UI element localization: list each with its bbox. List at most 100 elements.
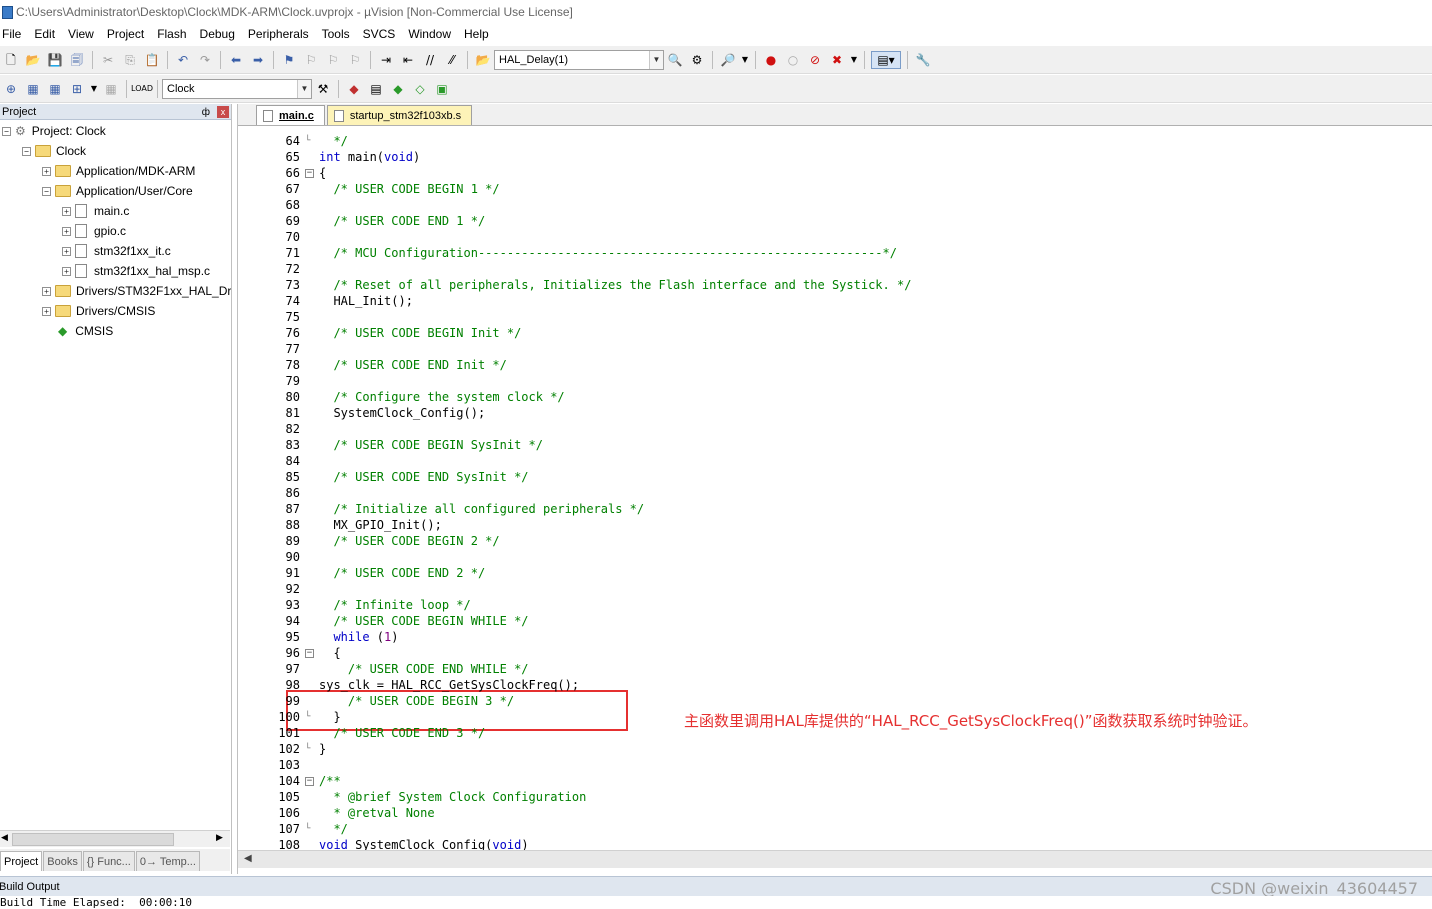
tree-item[interactable]: + Application/MDK-ARM	[42, 161, 195, 181]
tree-item[interactable]: + gpio.c	[62, 221, 126, 241]
tab-startup-s[interactable]: startup_stm32f103xb.s	[326, 105, 473, 125]
scroll-right-icon[interactable]: ▶	[216, 833, 223, 843]
prev-bookmark-icon[interactable]: ⚐	[302, 51, 320, 69]
target-options-icon[interactable]: ⚒	[314, 80, 332, 98]
scroll-left-icon[interactable]: ◀	[1, 833, 8, 843]
batch-build-icon[interactable]: ⊞	[68, 80, 86, 98]
tree-item[interactable]: − Clock	[22, 141, 86, 161]
fold-toggle-icon[interactable]: −	[305, 165, 315, 181]
project-horizontal-scrollbar[interactable]: ◀ ▶	[0, 830, 230, 847]
expand-icon[interactable]: +	[42, 286, 51, 296]
tab-main-c[interactable]: main.c	[256, 105, 325, 125]
menu-item-project[interactable]: Project	[105, 27, 151, 41]
code-line[interactable]: /* Initialize all configured peripherals…	[319, 501, 644, 517]
code-line[interactable]: {	[319, 165, 326, 181]
new-file-icon[interactable]: 🗋	[2, 51, 20, 69]
collapse-icon[interactable]: −	[22, 146, 31, 156]
pack-installer-icon[interactable]: ▣	[433, 80, 451, 98]
tree-item[interactable]: + main.c	[62, 201, 129, 221]
expand-icon[interactable]: +	[62, 226, 71, 236]
translate-icon[interactable]: ⊕	[2, 80, 20, 98]
code-area[interactable]: 主函数里调用HAL库提供的“HAL_RCC_GetSysClockFreq()”…	[238, 128, 1432, 850]
tab-functions[interactable]: {} Func...	[82, 851, 135, 871]
editor-horizontal-scrollbar[interactable]: ◀	[238, 850, 1432, 868]
close-icon[interactable]: x	[217, 105, 229, 118]
chevron-down-icon[interactable]: ▼	[297, 79, 311, 98]
code-line[interactable]: /* USER CODE END Init */	[319, 357, 506, 373]
pin-icon[interactable]: ф	[202, 107, 210, 118]
file-extensions-icon[interactable]: ▤	[367, 80, 385, 98]
expand-icon[interactable]: +	[42, 306, 51, 316]
code-line[interactable]: /* USER CODE END 1 */	[319, 213, 485, 229]
tree-item[interactable]: + Drivers/CMSIS	[42, 301, 155, 321]
code-line[interactable]: /**	[319, 773, 341, 789]
menu-item-peripherals[interactable]: Peripherals	[246, 27, 316, 41]
dropdown-arrow-icon[interactable]: ▼	[90, 80, 98, 98]
code-line[interactable]: SystemClock_Config();	[319, 405, 485, 421]
expand-icon[interactable]: +	[62, 246, 71, 256]
code-line[interactable]: }	[319, 741, 326, 757]
next-bookmark-icon[interactable]: ⚐	[324, 51, 342, 69]
code-line[interactable]: sys_clk = HAL_RCC_GetSysClockFreq();	[319, 677, 579, 693]
target-combo[interactable]: Clock ▼	[162, 78, 312, 99]
navigate-back-icon[interactable]: ⬅	[227, 51, 245, 69]
code-line[interactable]: HAL_Init();	[319, 293, 412, 309]
dropdown-arrow-icon[interactable]: ▼	[850, 51, 858, 69]
find-icon[interactable]: 🔍	[666, 51, 684, 69]
bookmark-icon[interactable]: ⚑	[280, 51, 298, 69]
code-line[interactable]: int main(void)	[319, 149, 420, 165]
code-line[interactable]: /* Reset of all peripherals, Initializes…	[319, 277, 911, 293]
expand-icon[interactable]: +	[42, 166, 51, 176]
menu-item-edit[interactable]: Edit	[32, 27, 62, 41]
tab-books[interactable]: Books	[43, 851, 82, 871]
tree-item[interactable]: ◆ CMSIS	[58, 321, 113, 341]
save-icon[interactable]: 💾	[46, 51, 64, 69]
find-in-files-icon[interactable]: 📂	[474, 51, 492, 69]
configure-icon[interactable]: 🔧	[914, 51, 932, 69]
code-line[interactable]: */	[319, 821, 347, 837]
code-line[interactable]: while (1)	[319, 629, 398, 645]
code-line[interactable]: /* USER CODE END 2 */	[319, 565, 485, 581]
save-all-icon[interactable]: 🗐	[68, 51, 86, 69]
scroll-left-icon[interactable]: ◀	[244, 853, 252, 864]
kill-all-breakpoints-icon[interactable]: ✖	[828, 51, 846, 69]
manage-components-icon[interactable]: ◆	[345, 80, 363, 98]
comment-icon[interactable]: //	[421, 51, 439, 69]
fold-toggle-icon[interactable]: −	[305, 773, 315, 789]
code-line[interactable]: /* USER CODE BEGIN 1 */	[319, 181, 499, 197]
code-line[interactable]: /* USER CODE END 3 */	[319, 725, 485, 741]
clear-bookmarks-icon[interactable]: ⚐	[346, 51, 364, 69]
menu-item-help[interactable]: Help	[462, 27, 496, 41]
open-file-icon[interactable]: 📂	[24, 51, 42, 69]
menu-item-view[interactable]: View	[66, 27, 101, 41]
insert-breakpoint-icon[interactable]: ●	[762, 51, 780, 69]
code-line[interactable]: }	[319, 709, 340, 725]
paste-icon[interactable]: 📋	[143, 51, 161, 69]
tree-item[interactable]: + stm32f1xx_hal_msp.c	[62, 261, 210, 281]
navigate-forward-icon[interactable]: ➡	[249, 51, 267, 69]
window-layout-icon[interactable]: ▤▾	[871, 50, 901, 69]
copy-icon[interactable]: ⎘	[121, 51, 139, 69]
build-icon[interactable]: ▦	[24, 80, 42, 98]
code-line[interactable]: /* USER CODE BEGIN Init */	[319, 325, 521, 341]
disable-breakpoint-icon[interactable]: ○	[784, 51, 802, 69]
stop-build-icon[interactable]: ▦	[102, 80, 120, 98]
menu-item-debug[interactable]: Debug	[198, 27, 242, 41]
code-line[interactable]: */	[319, 133, 347, 149]
menu-item-svcs[interactable]: SVCS	[361, 27, 403, 41]
tab-templates[interactable]: 0→ Temp...	[135, 851, 200, 871]
fold-toggle-icon[interactable]: −	[305, 645, 315, 661]
code-line[interactable]: MX_GPIO_Init();	[319, 517, 441, 533]
run-time-env-icon[interactable]: ◇	[411, 80, 429, 98]
cut-icon[interactable]: ✂	[99, 51, 117, 69]
code-line[interactable]: /* USER CODE END SysInit */	[319, 469, 528, 485]
menu-item-window[interactable]: Window	[406, 27, 458, 41]
collapse-icon[interactable]: −	[2, 126, 11, 136]
tree-item[interactable]: − Application/User/Core	[42, 181, 193, 201]
download-icon[interactable]: LOAD	[131, 80, 153, 98]
code-line[interactable]: /* USER CODE BEGIN WHILE */	[319, 613, 528, 629]
code-line[interactable]: void SystemClock_Config(void)	[319, 837, 529, 850]
code-line[interactable]: {	[319, 645, 340, 661]
disable-all-breakpoints-icon[interactable]: ⊘	[806, 51, 824, 69]
tree-item[interactable]: + Drivers/STM32F1xx_HAL_Driver	[42, 281, 231, 301]
